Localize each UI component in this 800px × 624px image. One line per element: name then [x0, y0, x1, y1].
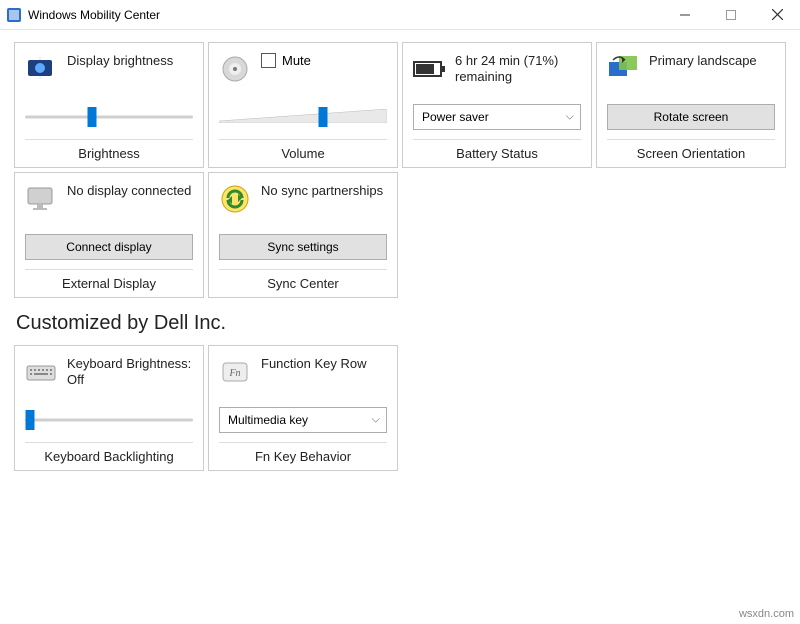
- brightness-icon: [25, 53, 57, 85]
- keyboard-footer: Keyboard Backlighting: [25, 442, 193, 464]
- connect-display-button[interactable]: Connect display: [25, 234, 193, 260]
- app-icon: [6, 7, 22, 23]
- monitor-icon: [25, 183, 57, 215]
- custom-section-title: Customized by Dell Inc.: [16, 312, 786, 335]
- fn-key-footer: Fn Key Behavior: [219, 442, 387, 464]
- fn-key-value: Multimedia key: [228, 413, 308, 427]
- tile-battery: 6 hr 24 min (71%) remaining Power saver …: [402, 42, 592, 168]
- keyboard-brightness-label: Keyboard Brightness: Off: [67, 356, 193, 389]
- orientation-icon: [607, 53, 639, 85]
- custom-tile-grid: Keyboard Brightness: Off Keyboard Backli…: [14, 345, 786, 471]
- fn-key-icon: Fn: [219, 356, 251, 388]
- mute-label: Mute: [282, 53, 311, 68]
- brightness-label: Display brightness: [67, 53, 173, 69]
- tile-keyboard-backlight: Keyboard Brightness: Off Keyboard Backli…: [14, 345, 204, 471]
- window-title: Windows Mobility Center: [28, 8, 662, 22]
- volume-footer: Volume: [219, 139, 387, 161]
- tile-orientation: Primary landscape Rotate screen Screen O…: [596, 42, 786, 168]
- external-display-label: No display connected: [67, 183, 191, 199]
- minimize-button[interactable]: [662, 0, 708, 30]
- fn-key-select[interactable]: Multimedia key ⌵: [219, 407, 387, 433]
- sync-icon: [219, 183, 251, 215]
- sync-label: No sync partnerships: [261, 183, 383, 199]
- tile-sync: No sync partnerships Sync settings Sync …: [208, 172, 398, 298]
- external-display-footer: External Display: [25, 269, 193, 291]
- brightness-slider[interactable]: [25, 105, 193, 129]
- mute-checkbox[interactable]: [261, 53, 276, 68]
- orientation-label: Primary landscape: [649, 53, 757, 69]
- tile-external-display: No display connected Connect display Ext…: [14, 172, 204, 298]
- chevron-down-icon: ⌵: [372, 414, 380, 427]
- tile-fn-key: Fn Function Key Row Multimedia key ⌵ Fn …: [208, 345, 398, 471]
- watermark: wsxdn.com: [739, 608, 794, 620]
- close-button[interactable]: [754, 0, 800, 30]
- titlebar: Windows Mobility Center: [0, 0, 800, 30]
- main-tile-grid: Display brightness Brightness Mute: [14, 42, 786, 298]
- power-plan-value: Power saver: [422, 110, 489, 124]
- svg-text:Fn: Fn: [228, 368, 240, 379]
- keyboard-icon: [25, 356, 57, 388]
- sync-footer: Sync Center: [219, 269, 387, 291]
- power-plan-select[interactable]: Power saver ⌵: [413, 104, 581, 130]
- sync-settings-button[interactable]: Sync settings: [219, 234, 387, 260]
- mute-checkbox-row[interactable]: Mute: [261, 53, 311, 68]
- brightness-footer: Brightness: [25, 139, 193, 161]
- tile-volume: Mute Volume: [208, 42, 398, 168]
- keyboard-brightness-slider[interactable]: [25, 408, 193, 432]
- rotate-screen-button[interactable]: Rotate screen: [607, 104, 775, 130]
- battery-icon: [413, 53, 445, 85]
- orientation-footer: Screen Orientation: [607, 139, 775, 161]
- battery-status-text: 6 hr 24 min (71%) remaining: [455, 53, 581, 86]
- volume-slider[interactable]: [219, 105, 387, 129]
- chevron-down-icon: ⌵: [566, 111, 574, 124]
- battery-footer: Battery Status: [413, 139, 581, 161]
- tile-brightness: Display brightness Brightness: [14, 42, 204, 168]
- speaker-icon: [219, 53, 251, 85]
- fn-key-label: Function Key Row: [261, 356, 367, 372]
- maximize-button[interactable]: [708, 0, 754, 30]
